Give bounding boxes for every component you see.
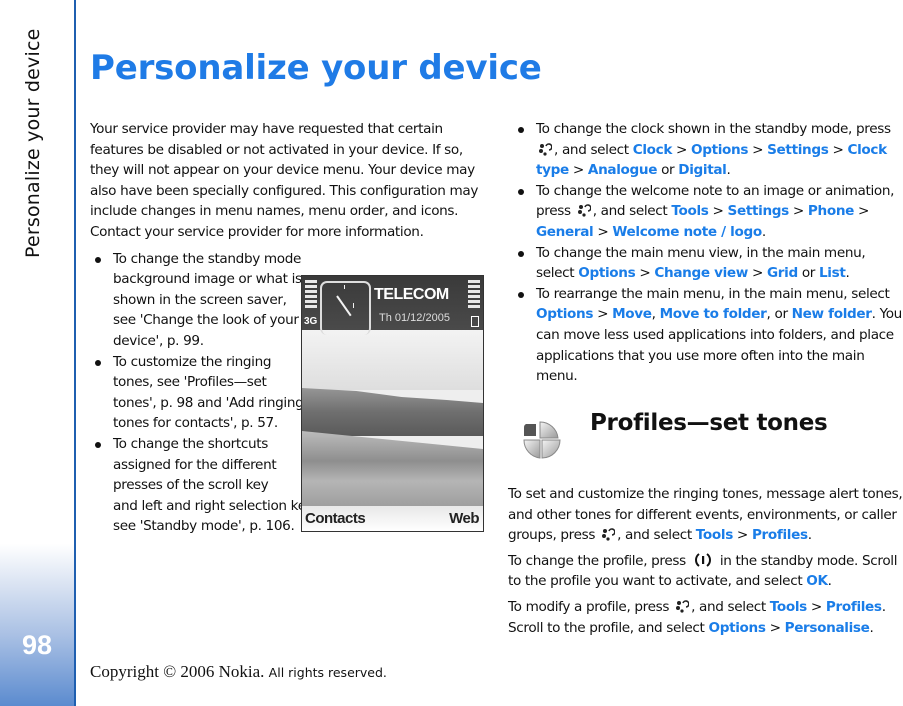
bullet-icon [518, 188, 524, 195]
phone-date: Th 01/12/2005 [379, 312, 450, 324]
page-number: 98 [21, 630, 53, 660]
paragraph: To change the profile, press in the stan… [508, 551, 898, 590]
sidebar: Personalize your device 98 [0, 0, 76, 706]
bullet-icon [518, 291, 524, 298]
page-title: Personalize your device [90, 48, 542, 88]
battery-level-icon [468, 280, 480, 310]
right-softkey: Web [449, 510, 479, 527]
bullet-icon [95, 256, 101, 263]
list-item: To customize the ringing tones, see 'Pro… [90, 352, 308, 434]
menu-key-icon [675, 599, 690, 613]
profiles-icon [520, 412, 564, 468]
menu-key-icon [577, 203, 592, 217]
intro-paragraph: Your service provider may have requested… [90, 121, 479, 240]
profiles-section: To set and customize the ringing tones, … [508, 484, 903, 643]
bullet-icon [518, 127, 524, 133]
operator-name: TELECOM [374, 286, 449, 303]
phone-status-bar: TELECOM Th 01/12/2005 3G [302, 276, 483, 335]
list-item: To change the standby mode background im… [90, 249, 308, 352]
analog-clock-icon [320, 281, 371, 335]
phone-standby-screenshot: TELECOM Th 01/12/2005 3G Contacts Web [301, 275, 484, 532]
rights-reserved: All rights reserved. [268, 665, 387, 680]
right-column: To change the clock shown in the standby… [513, 119, 903, 387]
paragraph: To modify a profile, press , and select … [508, 598, 886, 636]
power-key-icon [694, 551, 712, 569]
footer: Copyright © 2006 Nokia. All rights reser… [90, 662, 387, 682]
list-item: To change the main menu view, in the mai… [513, 243, 903, 284]
left-softkey: Contacts [305, 510, 366, 527]
battery-icon [471, 316, 479, 327]
paragraph: To set and customize the ringing tones, … [508, 486, 903, 544]
list-item: To change the clock shown in the standby… [513, 119, 903, 181]
menu-key-icon [538, 142, 553, 156]
signal-strength-icon [305, 280, 317, 310]
copyright: Copyright © 2006 Nokia. [90, 662, 265, 681]
section-heading: Profiles—set tones [590, 410, 828, 436]
bullet-icon [95, 359, 101, 366]
menu-key-icon [601, 527, 616, 541]
right-bullet-list: To change the clock shown in the standby… [513, 119, 903, 387]
bullet-icon [95, 441, 101, 448]
list-item: To rearrange the main menu, in the main … [513, 284, 903, 387]
list-item: To change the welcome note to an image o… [513, 181, 903, 243]
softkey-bar: Contacts Web [302, 506, 483, 531]
running-title: Personalize your device [22, 28, 44, 258]
network-indicator: 3G [304, 316, 318, 327]
bullet-icon [518, 250, 524, 257]
